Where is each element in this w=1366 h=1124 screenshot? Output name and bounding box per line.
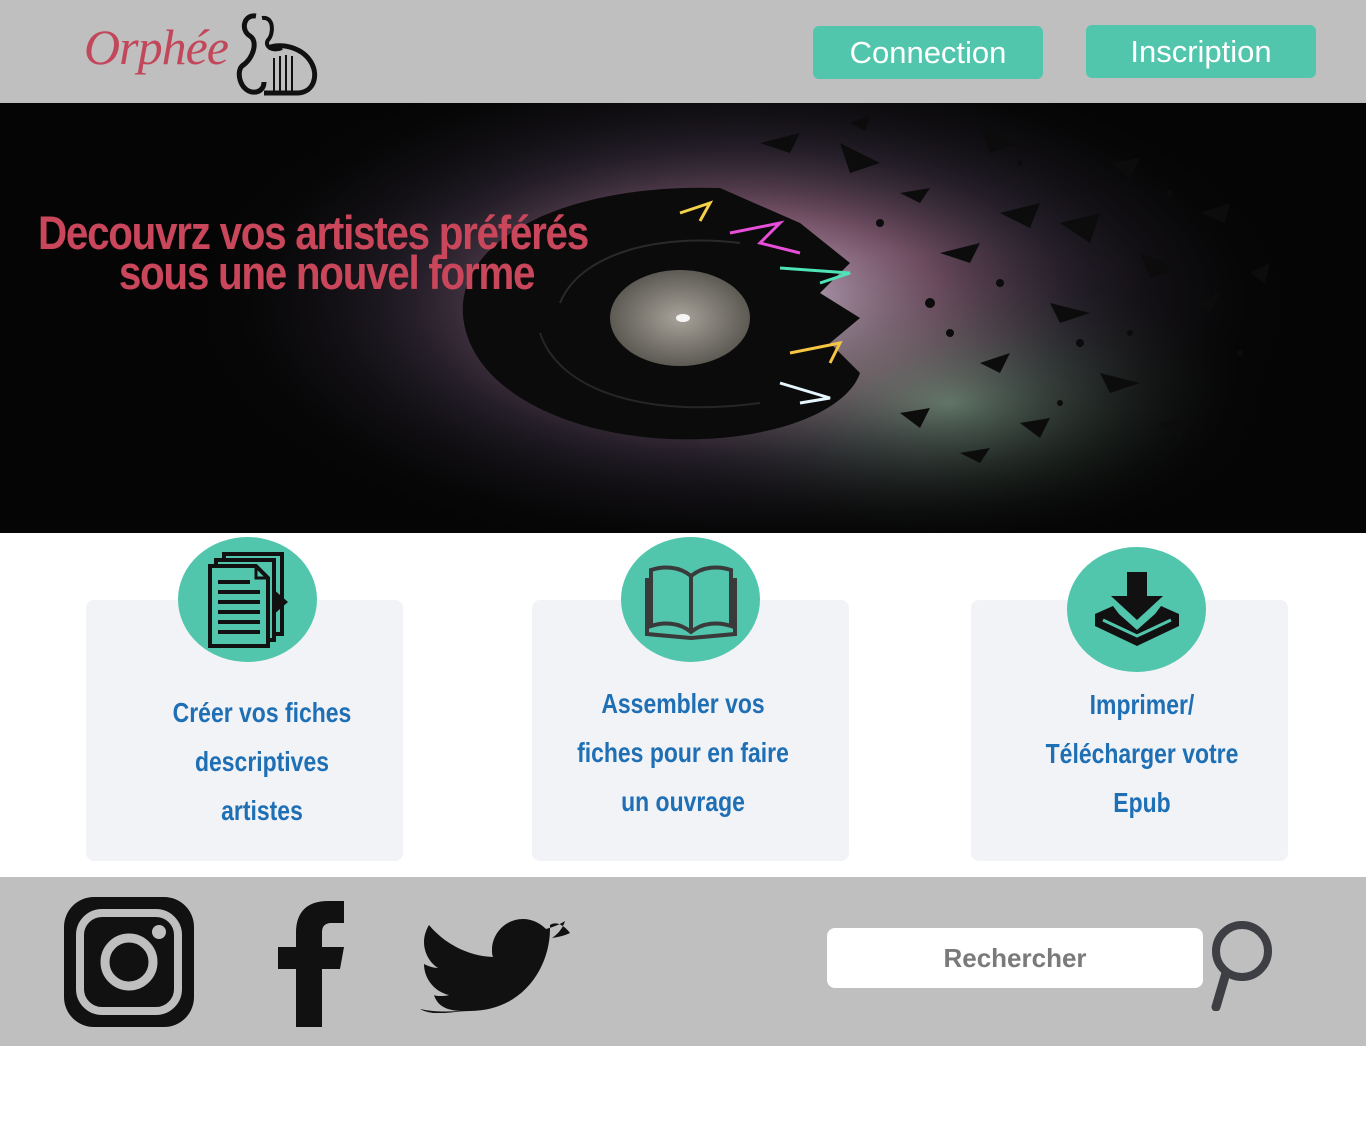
hero-banner: Decouvrz vos artistes préférés sous une …	[0, 103, 1366, 533]
instagram-icon[interactable]	[64, 897, 194, 1027]
connection-button[interactable]: Connection	[813, 26, 1043, 79]
feature-text-download: Imprimer/ Télécharger votre Epub	[1045, 689, 1239, 818]
documents-icon	[207, 551, 288, 648]
search-icon[interactable]	[1206, 919, 1276, 1011]
search-input[interactable]	[827, 928, 1203, 988]
feature-icon-circle-download	[1067, 547, 1206, 672]
facebook-icon[interactable]	[276, 899, 346, 1027]
logo[interactable]: Orphée	[84, 8, 324, 98]
feature-icon-circle-create	[178, 537, 317, 662]
open-book-icon	[644, 565, 737, 640]
twitter-icon[interactable]	[418, 911, 572, 1013]
hero-title: Decouvrz vos artistes préférés sous une …	[38, 209, 589, 299]
header: Orphée Connection Inscription	[0, 0, 1366, 103]
inscription-button[interactable]: Inscription	[1086, 25, 1316, 78]
download-tray-icon	[1094, 571, 1179, 646]
lyre-icon	[236, 13, 318, 96]
logo-text: Orphée	[84, 19, 229, 75]
feature-icon-circle-assemble	[621, 537, 760, 662]
hero-title-line2: sous une nouvel forme	[118, 246, 536, 299]
footer	[0, 877, 1366, 1046]
feature-text-create: Créer vos fiches descriptives artistes	[172, 697, 352, 826]
feature-text-assemble: Assembler vos fiches pour en faire un ou…	[577, 688, 789, 817]
vinyl-record-illustration	[0, 103, 1366, 533]
